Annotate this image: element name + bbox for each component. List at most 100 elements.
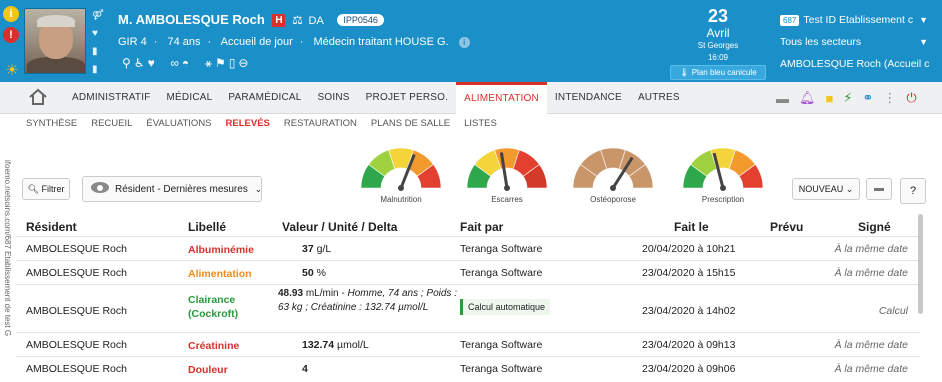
- tab-medical[interactable]: Médical: [159, 82, 221, 114]
- info-alert-icon[interactable]: i: [3, 6, 19, 22]
- glasses-icon[interactable]: ∞: [170, 56, 182, 70]
- note-icon[interactable]: ■: [826, 91, 834, 106]
- tab-autres[interactable]: Autres: [630, 82, 688, 114]
- glass-icon[interactable]: ▯: [229, 56, 239, 70]
- subtab--valuations[interactable]: Évaluations: [146, 118, 211, 129]
- doctor-info-icon[interactable]: i: [458, 37, 470, 48]
- col-valeur[interactable]: Valeur / Unité / Delta: [282, 220, 397, 234]
- gauge-label: Ostéoporose: [590, 195, 636, 204]
- table-row[interactable]: AMBOLESQUE Roch Alimentation 50 % Teranga S…: [16, 260, 920, 284]
- table-row[interactable]: AMBOLESQUE Roch Albuminémie 37 g/L Teranga …: [16, 236, 920, 260]
- gauge-prescription[interactable]: Prescription: [678, 142, 768, 208]
- lightning-icon[interactable]: ⚡︎: [843, 90, 852, 106]
- resident-select[interactable]: AMBOLESQUE Roch (Accueil c▼: [780, 54, 932, 74]
- messages-icon[interactable]: ▬: [776, 91, 789, 106]
- date-time: 16:09: [707, 53, 729, 62]
- subtab-relev-s[interactable]: Relevés: [226, 118, 270, 129]
- row-value: 132.74: [302, 339, 335, 351]
- row-libelle[interactable]: Alimentation: [188, 267, 260, 281]
- bell-icon[interactable]: 🔔︎: [799, 90, 816, 106]
- row-value: 37: [302, 243, 314, 255]
- patient-name-line: M. AMBOLESQUE Roch H ⚖ DA IPP0546: [118, 12, 384, 27]
- da-label: DA: [308, 15, 324, 27]
- tab-soins[interactable]: Soins: [310, 82, 358, 114]
- plan-bleu-canicule-button[interactable]: 🌡 Plan bleu canicule: [670, 65, 766, 80]
- file-icon: ▮: [92, 64, 98, 75]
- view-select[interactable]: Résident - Dernières mesures ⌄: [82, 176, 262, 202]
- power-icon[interactable]: ⏻: [906, 90, 916, 106]
- subtab-plans-de-salle[interactable]: Plans de salle: [371, 118, 450, 129]
- col-fait-par[interactable]: Fait par: [460, 220, 503, 234]
- walking-aid-icon[interactable]: ⚲: [122, 56, 134, 70]
- col-libelle[interactable]: Libellé: [188, 220, 226, 234]
- warning-alert-icon[interactable]: !: [3, 27, 19, 43]
- chevron-down-icon: ▼: [919, 15, 928, 25]
- toilet-icon[interactable]: ⚑: [215, 56, 229, 70]
- tab-alimentation[interactable]: Alimentation: [456, 82, 547, 115]
- table-row[interactable]: AMBOLESQUE Roch Douleur 4 Teranga Software…: [16, 356, 920, 382]
- tab-administratif[interactable]: Administratif: [64, 82, 159, 114]
- row-signe: À la même date: [834, 339, 908, 351]
- food-icon[interactable]: ◓: [182, 56, 192, 70]
- col-resident[interactable]: Résident: [26, 220, 77, 234]
- table-scrollbar[interactable]: [918, 214, 923, 314]
- gauge-ost-oporose[interactable]: Ostéoporose: [568, 142, 658, 208]
- patient-name[interactable]: M. AMBOLESQUE Roch: [118, 12, 265, 27]
- filter-button[interactable]: 🔍︎ Filtrer: [22, 178, 70, 200]
- row-unit: µmol/L: [337, 339, 369, 351]
- col-signe[interactable]: Signé: [858, 220, 891, 234]
- subtab-recueil[interactable]: Recueil: [91, 118, 132, 129]
- gauge-escarres[interactable]: Escarres: [462, 142, 552, 208]
- table-row[interactable]: AMBOLESQUE Roch Clairance (Cockroft) 48.93…: [16, 284, 920, 332]
- ipp-badge: IPP0546: [337, 14, 384, 26]
- tab-intendance[interactable]: Intendance: [547, 82, 630, 114]
- row-libelle[interactable]: Créatinine: [188, 339, 260, 353]
- row-resident: AMBOLESQUE Roch: [26, 267, 127, 279]
- gir-level: GIR 4: [118, 36, 147, 48]
- date-day: 23: [707, 6, 729, 26]
- row-value: 50: [302, 267, 314, 279]
- row-libelle[interactable]: Clairance (Cockroft): [188, 293, 260, 321]
- row-libelle[interactable]: Albuminémie: [188, 243, 260, 257]
- tab-projet-perso[interactable]: Projet perso.: [358, 82, 456, 114]
- establishment-select[interactable]: 687 Test ID Etablissement c ▼: [780, 10, 932, 30]
- link-icon[interactable]: ⚭: [863, 90, 874, 106]
- row-signe: À la même date: [834, 243, 908, 255]
- context-selectors: 687 Test ID Etablissement c ▼ Tous les sec…: [780, 10, 932, 76]
- sector-select[interactable]: Tous les secteurs ▼: [780, 32, 932, 52]
- row-fait-le: 23/04/2020 à 09h06: [642, 363, 736, 375]
- tab-paramedical[interactable]: Paramédical: [220, 82, 309, 114]
- eye-icon: [91, 182, 109, 193]
- subtab-synth-se[interactable]: Synthèse: [26, 118, 77, 129]
- alerts-column: i ! ☀: [3, 6, 21, 79]
- care-type: Accueil de jour: [220, 36, 293, 48]
- heart-icon[interactable]: ♥: [148, 56, 158, 70]
- row-value: 48.93: [278, 288, 304, 299]
- date-saint: St Georges: [697, 41, 739, 50]
- row-signe: Calcul: [878, 305, 908, 317]
- print-button[interactable]: ▬: [866, 178, 892, 200]
- new-button[interactable]: NOUVEAU ⌄: [792, 178, 860, 200]
- table-row[interactable]: AMBOLESQUE Roch Créatinine 132.74 µmol/L Te…: [16, 332, 920, 356]
- row-valeur: 4: [302, 363, 308, 375]
- row-signe: À la même date: [834, 267, 908, 279]
- blocked-icon[interactable]: ⊖: [238, 56, 251, 70]
- row-valeur: 37 g/L: [302, 243, 331, 255]
- main-tabs: Administratif Médical Paramédical Soins Proj…: [64, 82, 688, 115]
- subtab-listes[interactable]: Listes: [464, 118, 497, 129]
- subtab-restauration[interactable]: Restauration: [284, 118, 357, 129]
- col-prevu[interactable]: Prévu: [770, 220, 803, 234]
- more-icon[interactable]: ⋮: [883, 90, 896, 106]
- col-fait-le[interactable]: Fait le: [674, 220, 709, 234]
- home-icon[interactable]: [28, 88, 48, 106]
- row-unit: g/L: [316, 243, 332, 255]
- date-box: 23 Avril St Georges 16:09 🌡 Plan bleu ca…: [670, 6, 766, 80]
- row-resident: AMBOLESQUE Roch: [26, 243, 127, 255]
- wheelchair-icon[interactable]: ♿: [134, 56, 148, 70]
- gauge-malnutrition[interactable]: Malnutrition: [356, 142, 446, 208]
- sun-icon[interactable]: ☀: [3, 63, 21, 79]
- walking-icon[interactable]: ⚹: [205, 56, 215, 70]
- help-button[interactable]: ?: [900, 178, 926, 204]
- main-tab-bar: Administratif Médical Paramédical Soins Proj…: [0, 82, 942, 115]
- row-libelle[interactable]: Douleur: [188, 363, 260, 377]
